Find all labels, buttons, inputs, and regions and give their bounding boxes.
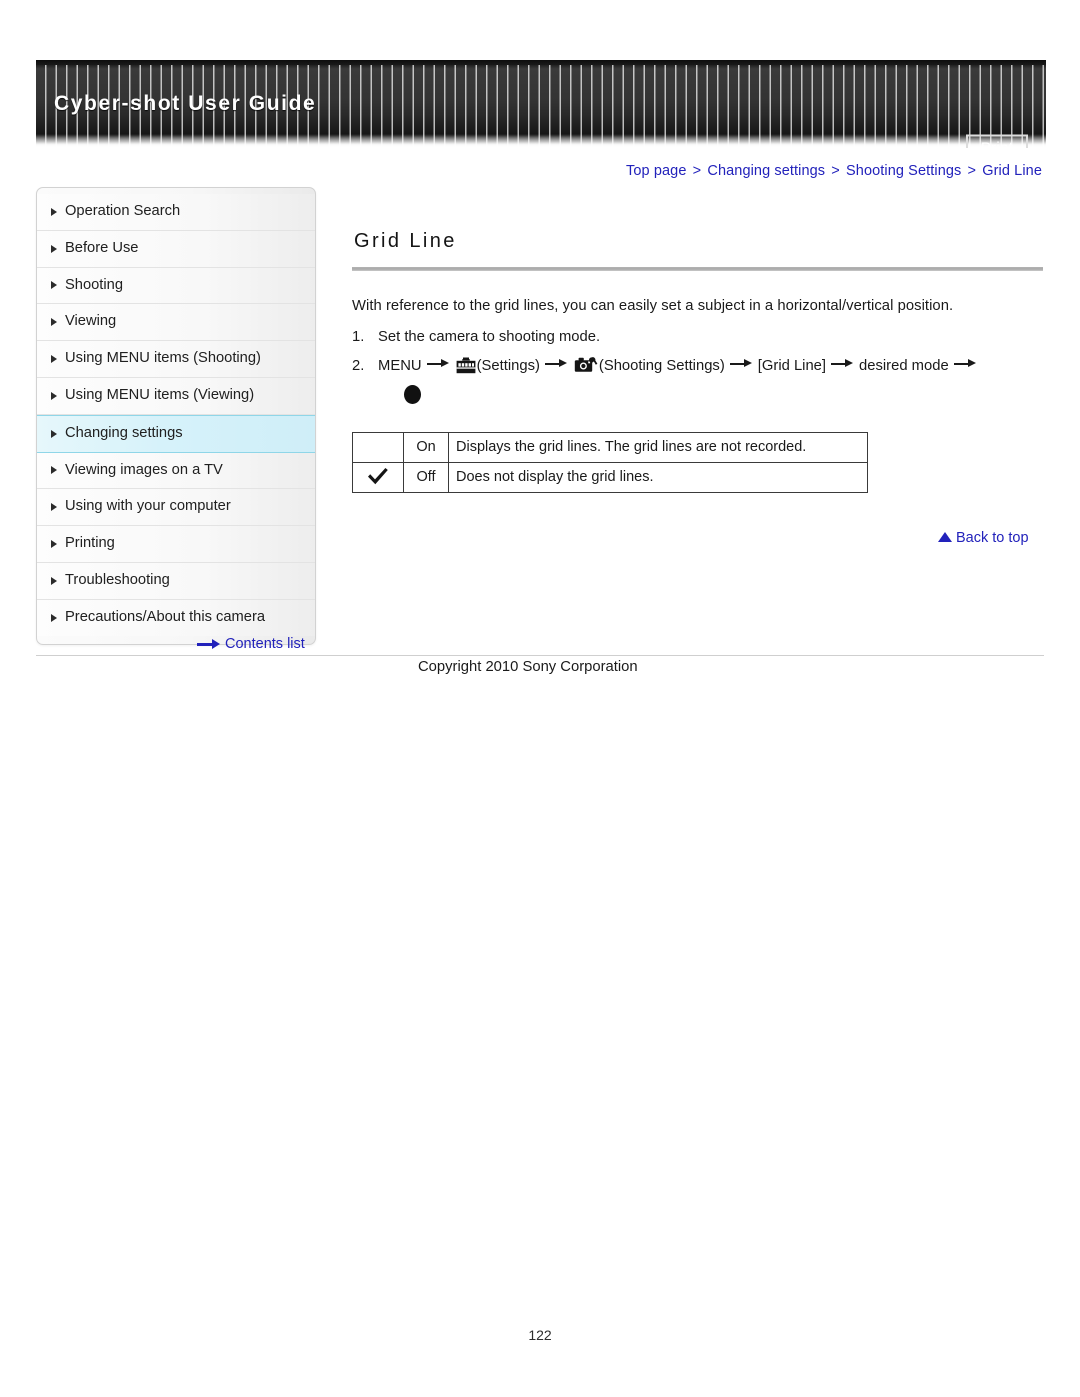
- shooting-settings-label: (Shooting Settings): [598, 357, 725, 374]
- arrow-right-icon: [197, 639, 221, 649]
- triangle-right-icon: [51, 207, 57, 216]
- back-to-top-label: Back to top: [956, 530, 1029, 546]
- intro-paragraph: With reference to the grid lines, you ca…: [352, 298, 954, 314]
- table-row: Off Does not display the grid lines.: [352, 461, 868, 493]
- app-title: Cyber-shot User Guide: [54, 92, 317, 115]
- breadcrumb-separator: >: [692, 163, 702, 179]
- app-header-banner: Cyber-shot User Guide Print: [36, 60, 1046, 148]
- sidebar-item-operation-search[interactable]: Operation Search: [37, 194, 315, 231]
- sidebar-item-label: Viewing: [65, 313, 117, 330]
- menu-label: MENU: [378, 357, 422, 374]
- contents-list-link[interactable]: Contents list: [197, 636, 305, 652]
- sidebar-item-shooting[interactable]: Shooting: [37, 267, 315, 305]
- triangle-up-icon: [938, 532, 952, 542]
- triangle-right-icon: [51, 355, 57, 364]
- sidebar-item-label: Using MENU items (Shooting): [65, 350, 261, 367]
- main-content: Grid Line With reference to the grid lin…: [352, 187, 1044, 546]
- triangle-right-icon: [51, 540, 57, 549]
- row-option-off: Off: [403, 461, 449, 493]
- arrow-right-icon: [729, 359, 753, 369]
- sidebar-item-using-with-your-computer[interactable]: Using with your computer: [37, 489, 315, 527]
- triangle-right-icon: [51, 503, 57, 512]
- sidebar-item-label: Operation Search: [65, 203, 181, 219]
- camera-wrench-icon: [574, 356, 598, 381]
- breadcrumb-item-grid-line[interactable]: Grid Line: [982, 163, 1042, 179]
- toolbox-icon: [456, 357, 476, 381]
- sidebar-item-viewing-images-on-a-tv[interactable]: Viewing images on a TV: [37, 452, 315, 490]
- print-button[interactable]: Print: [966, 134, 1028, 148]
- settings-label: (Settings): [476, 357, 540, 374]
- sidebar-item-label: Before Use: [65, 239, 139, 256]
- header-bottom-fade: [36, 134, 1046, 148]
- breadcrumb-separator: >: [967, 163, 977, 179]
- back-to-top-link[interactable]: Back to top: [938, 530, 1029, 546]
- sidebar-item-label: Shooting: [65, 276, 123, 293]
- breadcrumb: Top page > Changing settings > Shooting …: [626, 163, 1042, 179]
- header-top-edge: [36, 60, 1046, 65]
- sidebar-item-using-menu-items-viewing[interactable]: Using MENU items (Viewing): [37, 377, 315, 415]
- sidebar-item-troubleshooting[interactable]: Troubleshooting: [37, 562, 315, 600]
- breadcrumb-item-shooting-settings[interactable]: Shooting Settings: [846, 163, 961, 179]
- sidebar-item-label: Using with your computer: [65, 498, 231, 515]
- checkmark-icon: [366, 466, 390, 488]
- procedure-steps: 1. Set the camera to shooting mode. 2. MEN…: [352, 328, 1044, 408]
- breadcrumb-item-changing-settings[interactable]: Changing settings: [707, 163, 825, 179]
- step-2: 2. MENU (Settings) (Shooting Settings) [Grid…: [352, 356, 1044, 408]
- sidebar-item-before-use[interactable]: Before Use: [37, 230, 315, 268]
- sidebar-item-viewing[interactable]: Viewing: [37, 304, 315, 342]
- page-title: Grid Line: [354, 230, 457, 252]
- step-1-text: Set the camera to shooting mode.: [378, 328, 601, 345]
- row-option-on: On: [403, 431, 449, 463]
- step-2-continuation: [352, 384, 1044, 408]
- sidebar-item-label: Viewing images on a TV: [65, 461, 223, 478]
- copyright-text: Copyright 2010 Sony Corporation: [418, 659, 638, 675]
- triangle-right-icon: [51, 391, 57, 400]
- triangle-right-icon: [51, 318, 57, 327]
- step-1-number: 1.: [352, 328, 365, 345]
- step-1: 1. Set the camera to shooting mode.: [352, 328, 1044, 348]
- page-number: 122: [528, 1327, 552, 1343]
- sidebar-item-label: Printing: [65, 535, 115, 552]
- sidebar-item-label: Precautions/About this camera: [65, 608, 266, 625]
- breadcrumb-separator: >: [831, 163, 840, 179]
- row-description-off: Does not display the grid lines.: [448, 461, 868, 493]
- sidebar-item-label: Changing settings: [65, 424, 183, 441]
- sidebar-item-label: Using MENU items (Viewing): [65, 386, 255, 403]
- arrow-right-icon: [953, 359, 977, 369]
- triangle-right-icon: [51, 576, 57, 585]
- row-check-cell-on: [352, 431, 404, 463]
- row-check-cell-off: [352, 461, 404, 493]
- sidebar-item-using-menu-items-shooting[interactable]: Using MENU items (Shooting): [37, 341, 315, 378]
- sidebar-list: Operation Search Before Use Shooting Vie…: [37, 188, 315, 644]
- sidebar-item-label: Troubleshooting: [65, 571, 170, 588]
- desired-mode-label: desired mode: [859, 357, 949, 374]
- arrow-right-icon: [831, 359, 854, 369]
- sidebar-item-precautions-about-this-camera[interactable]: Precautions/About this camera: [37, 599, 315, 636]
- row-description-on: Displays the grid lines. The grid lines …: [448, 431, 868, 463]
- step-2-number: 2.: [352, 357, 365, 374]
- triangle-right-icon: [51, 613, 57, 622]
- grid-line-label: [Grid Line]: [757, 357, 827, 374]
- triangle-right-icon: [51, 429, 57, 438]
- triangle-right-icon: [51, 466, 57, 475]
- document-page: Cyber-shot User Guide Print Top page > C…: [0, 0, 1080, 1397]
- contents-list-label: Contents list: [225, 636, 305, 652]
- footer-divider: [36, 655, 1044, 656]
- sidebar-item-changing-settings[interactable]: Changing settings: [37, 414, 315, 453]
- sidebar-navigation: Operation Search Before Use Shooting Vie…: [36, 187, 316, 645]
- triangle-right-icon: [51, 281, 57, 290]
- sidebar-item-printing[interactable]: Printing: [37, 526, 315, 563]
- triangle-right-icon: [51, 244, 57, 253]
- arrow-right-icon: [544, 359, 568, 369]
- center-button-dot-icon: [404, 384, 421, 404]
- title-divider: [352, 267, 1043, 271]
- grid-line-options-table: On Displays the grid lines. The grid lin…: [352, 431, 868, 493]
- table-row: On Displays the grid lines. The grid lin…: [352, 431, 868, 463]
- breadcrumb-item-top-page[interactable]: Top page: [626, 163, 686, 179]
- arrow-right-icon: [426, 359, 450, 369]
